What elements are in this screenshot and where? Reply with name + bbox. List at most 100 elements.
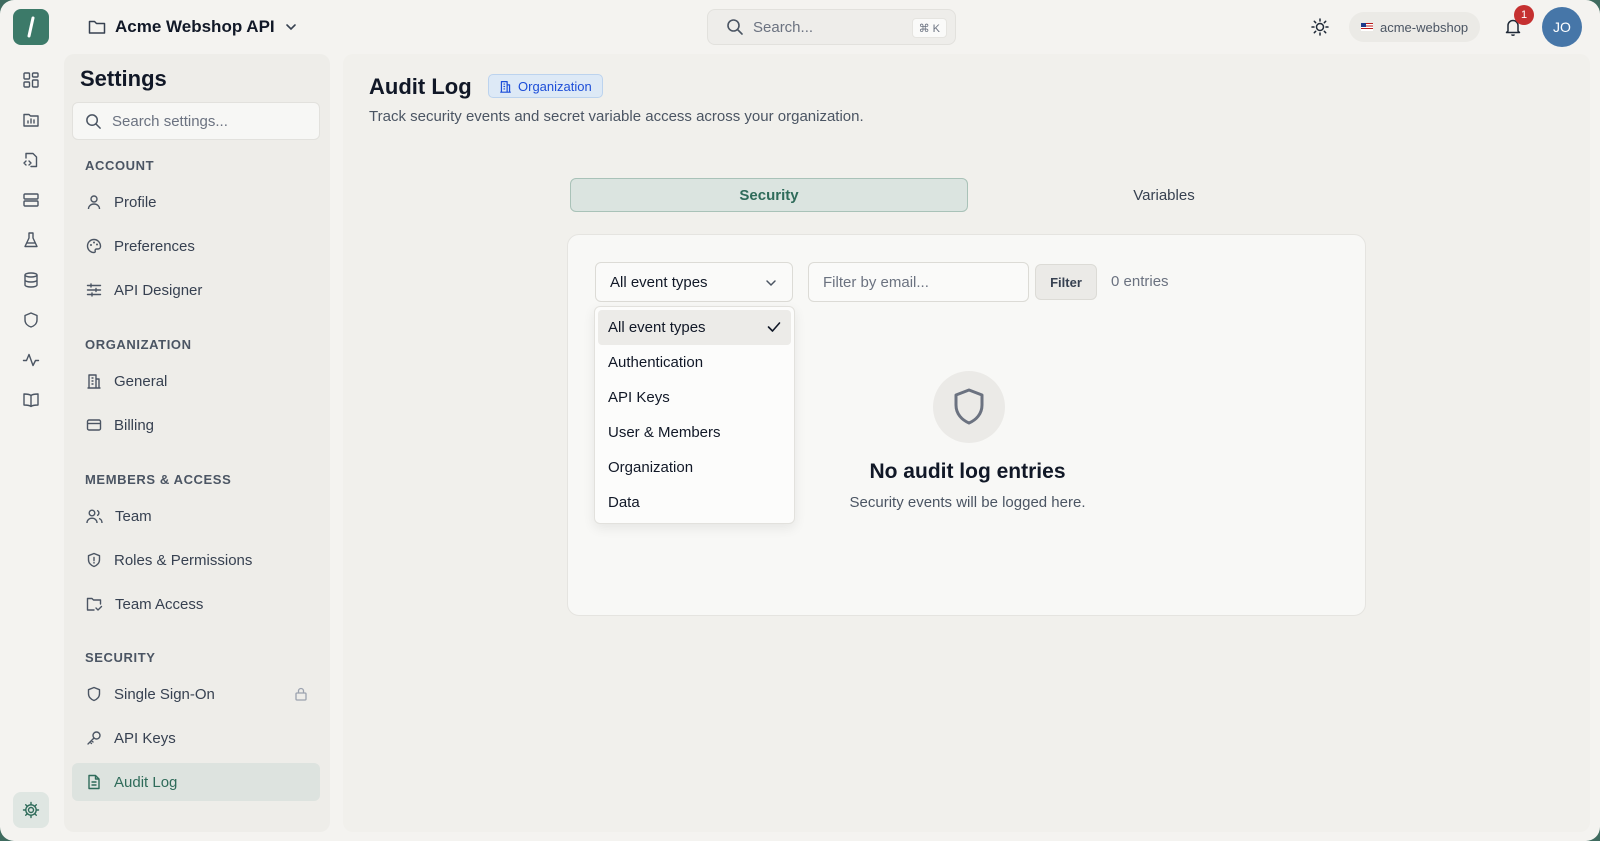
top-bar: Acme Webshop API Search... ⌘ K acme-webs… — [0, 0, 1600, 54]
key-icon — [87, 731, 101, 745]
email-filter-input[interactable] — [808, 262, 1029, 302]
project-switcher[interactable]: Acme Webshop API — [88, 14, 298, 40]
sidebar-item-label: Roles & Permissions — [114, 551, 253, 569]
database-icon[interactable] — [20, 269, 42, 291]
empty-state-shield — [933, 371, 1005, 443]
sidebar-item-preferences[interactable]: Preferences — [72, 227, 320, 265]
settings-title: Settings — [80, 66, 167, 91]
filter-button[interactable]: Filter — [1035, 264, 1097, 300]
page-title: Audit Log — [369, 74, 472, 99]
entries-count: 0 entries — [1111, 273, 1169, 290]
folder-check-icon — [86, 597, 103, 611]
search-icon — [86, 113, 101, 129]
sidebar-item-label: Profile — [114, 193, 157, 211]
sidebar-item-audit-log[interactable]: Audit Log — [72, 763, 320, 801]
global-search[interactable]: Search... ⌘ K — [707, 9, 956, 45]
audit-log-card: All event types Filter 0 entries No audi… — [567, 234, 1366, 616]
shield-icon — [87, 686, 101, 702]
user-avatar[interactable]: JO — [1542, 7, 1582, 47]
settings-search-input[interactable]: Search settings... — [72, 102, 320, 140]
sidebar-item-label: General — [114, 372, 168, 390]
sidebar-item-label: Single Sign-On — [114, 685, 215, 703]
chevron-down-icon — [766, 280, 776, 287]
section-label-members: MEMBERS & ACCESS — [85, 472, 232, 487]
sidebar-item-api-designer[interactable]: API Designer — [72, 271, 320, 309]
sun-icon — [1311, 18, 1329, 36]
sidebar-item-team[interactable]: Team — [72, 497, 320, 535]
sidebar-item-profile[interactable]: Profile — [72, 183, 320, 221]
sidebar-item-roles[interactable]: Roles & Permissions — [72, 541, 320, 579]
workspace-name: acme-webshop — [1380, 19, 1469, 35]
option-label: All event types — [608, 319, 706, 336]
activity-icon[interactable] — [20, 349, 42, 371]
option-label: Data — [608, 494, 640, 511]
dropdown-option-organization[interactable]: Organization — [598, 450, 791, 485]
lock-icon — [295, 687, 307, 701]
theme-toggle-button[interactable] — [1309, 16, 1331, 38]
code-file-icon[interactable] — [20, 149, 42, 171]
app-window: Acme Webshop API Search... ⌘ K acme-webs… — [0, 0, 1600, 841]
settings-rail-button[interactable] — [13, 792, 49, 828]
sidebar-item-billing[interactable]: Billing — [72, 406, 320, 444]
sidebar-item-general[interactable]: General — [72, 362, 320, 400]
palette-icon — [86, 238, 102, 254]
sidebar-item-label: Team Access — [115, 595, 204, 613]
dropdown-option-all[interactable]: All event types — [598, 310, 791, 345]
app-logo[interactable] — [13, 9, 49, 45]
sidebar-item-team-access[interactable]: Team Access — [72, 585, 320, 623]
book-icon[interactable] — [20, 389, 42, 411]
search-placeholder: Search... — [753, 18, 814, 36]
event-type-select[interactable]: All event types — [595, 262, 793, 302]
section-label-organization: ORGANIZATION — [85, 337, 192, 352]
us-flag-icon — [1361, 23, 1373, 31]
icon-rail — [0, 54, 62, 841]
gear-icon — [22, 801, 40, 819]
notification-count-badge: 1 — [1514, 5, 1534, 25]
document-icon — [88, 774, 100, 790]
main-content: Audit Log Organization Track security ev… — [343, 54, 1590, 832]
settings-search-placeholder: Search settings... — [112, 112, 228, 130]
settings-sidebar: Settings Search settings... ACCOUNT Prof… — [64, 54, 330, 832]
tab-security[interactable]: Security — [570, 178, 968, 212]
option-label: Authentication — [608, 354, 704, 371]
section-label-account: ACCOUNT — [85, 158, 155, 173]
flask-icon[interactable] — [20, 229, 42, 251]
dropdown-option-api-keys[interactable]: API Keys — [598, 380, 791, 415]
organization-badge: Organization — [488, 74, 603, 98]
sidebar-item-sso[interactable]: Single Sign-On — [72, 675, 320, 713]
server-icon[interactable] — [20, 189, 42, 211]
sidebar-item-label: Billing — [114, 416, 155, 434]
dropdown-option-authentication[interactable]: Authentication — [598, 345, 791, 380]
sidebar-item-label: Preferences — [114, 237, 195, 255]
tab-variables[interactable]: Variables — [965, 178, 1363, 212]
page-subtitle: Track security events and secret variabl… — [369, 108, 864, 125]
project-name: Acme Webshop API — [115, 17, 275, 36]
workspace-switcher[interactable]: acme-webshop — [1349, 12, 1481, 42]
credit-card-icon — [86, 419, 102, 431]
event-type-dropdown-menu: All event types Authentication API Keys … — [594, 306, 795, 524]
shield-icon — [87, 552, 101, 568]
sidebar-item-label: Team — [115, 507, 152, 525]
logo-slash-icon — [27, 16, 35, 38]
sidebar-item-api-keys[interactable]: API Keys — [72, 719, 320, 757]
folder-chart-icon[interactable] — [20, 109, 42, 131]
user-icon — [87, 195, 101, 210]
option-label: Organization — [608, 459, 694, 476]
dropdown-option-data[interactable]: Data — [598, 485, 791, 520]
search-icon — [727, 19, 743, 35]
folder-icon — [88, 20, 106, 34]
users-icon — [86, 509, 103, 524]
sliders-icon — [86, 283, 102, 297]
search-shortcut: ⌘ K — [911, 18, 947, 38]
building-icon — [500, 80, 511, 93]
dropdown-option-user-members[interactable]: User & Members — [598, 415, 791, 450]
shield-icon[interactable] — [20, 309, 42, 331]
option-label: API Keys — [608, 389, 670, 406]
sidebar-item-label: API Keys — [114, 729, 176, 747]
option-label: User & Members — [608, 424, 721, 441]
shield-icon — [954, 388, 984, 425]
dashboard-icon[interactable] — [20, 69, 42, 91]
badge-label: Organization — [518, 78, 592, 94]
chevron-down-icon — [285, 24, 296, 31]
section-label-security: SECURITY — [85, 650, 156, 665]
